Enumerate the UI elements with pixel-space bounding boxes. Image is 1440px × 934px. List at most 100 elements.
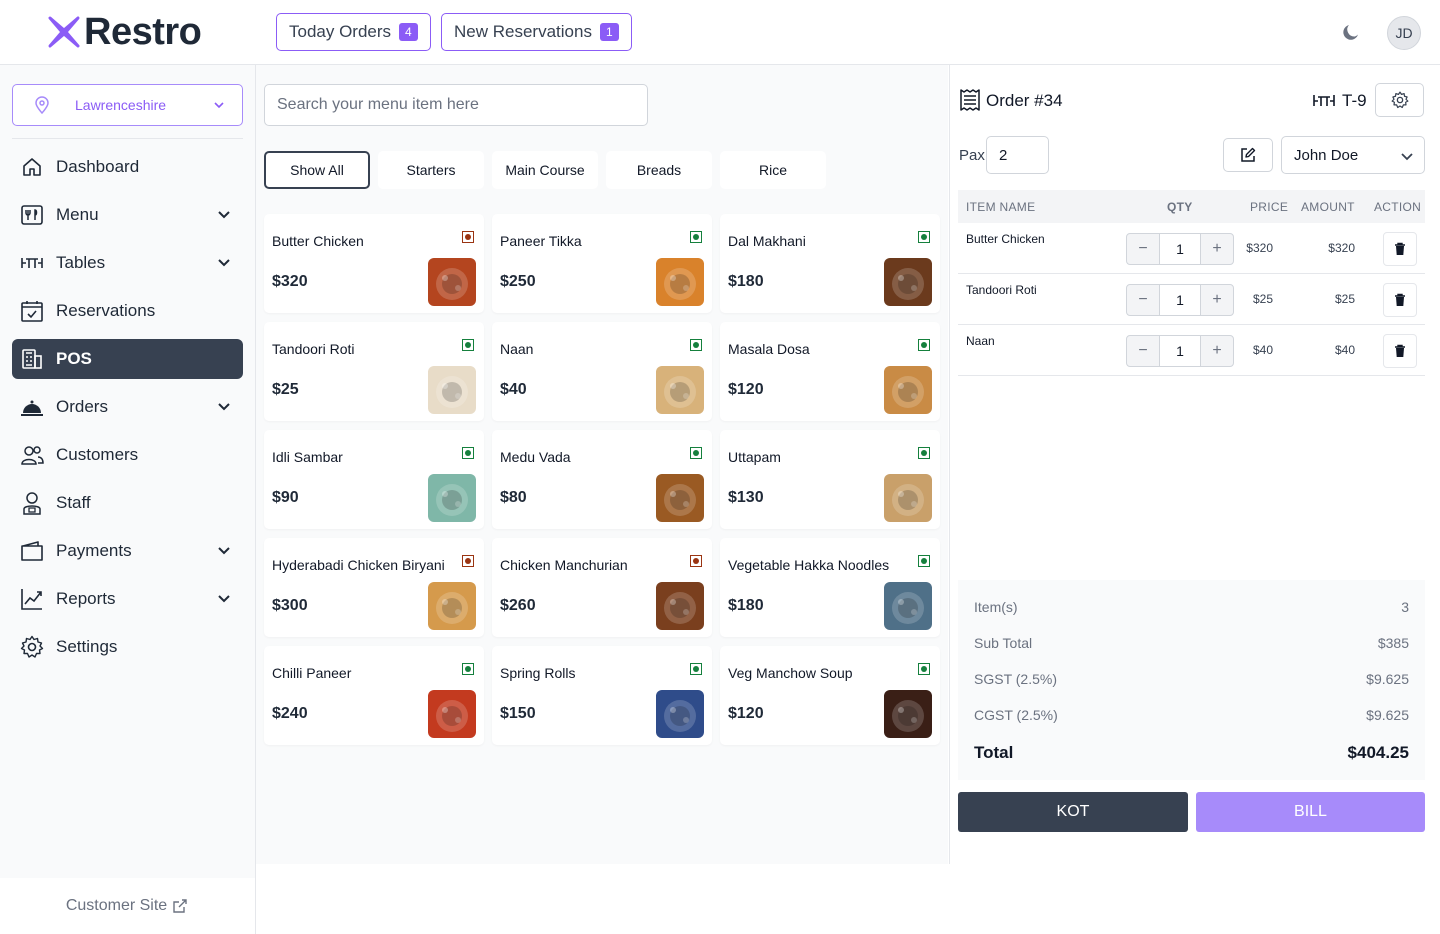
waiter-select[interactable]: John Doe xyxy=(1281,136,1425,174)
increase-qty-button[interactable]: + xyxy=(1200,233,1234,265)
edit-button[interactable] xyxy=(1223,138,1273,172)
decrease-qty-button[interactable]: − xyxy=(1126,233,1160,265)
menu-item-name: Chilli Paneer xyxy=(272,665,352,681)
order-item-price: $25 xyxy=(1252,292,1273,306)
menu-item-card[interactable]: Spring Rolls $150 xyxy=(492,646,712,745)
app-logo[interactable]: Restro xyxy=(46,12,202,52)
decrease-qty-button[interactable]: − xyxy=(1126,284,1160,316)
menu-item-image xyxy=(884,474,932,522)
delete-item-button[interactable] xyxy=(1383,283,1417,317)
order-items-table-header: Item Name QTY Price Amount Action xyxy=(958,190,1425,223)
category-show-all[interactable]: Show All xyxy=(264,151,370,189)
customer-site-link[interactable]: Customer Site xyxy=(0,878,255,934)
category-starters[interactable]: Starters xyxy=(378,151,484,189)
user-avatar[interactable]: JD xyxy=(1387,16,1421,50)
menu-item-card[interactable]: Chicken Manchurian $260 xyxy=(492,538,712,637)
category-rice[interactable]: Rice xyxy=(720,151,826,189)
pos-icon xyxy=(22,349,42,369)
home-icon xyxy=(23,158,41,176)
sidebar-divider xyxy=(12,138,243,139)
sidebar-item-settings[interactable]: Settings xyxy=(12,627,243,667)
summary-label: CGST (2.5%) xyxy=(974,707,1058,723)
menu-item-card[interactable]: Butter Chicken $320 xyxy=(264,214,484,313)
sidebar-item-reservations[interactable]: Reservations xyxy=(12,291,243,331)
summary-value: 3 xyxy=(1401,599,1409,615)
menu-item-card[interactable]: Idli Sambar $90 xyxy=(264,430,484,529)
kot-button[interactable]: KOT xyxy=(958,792,1188,832)
map-pin-icon xyxy=(35,96,49,114)
veg-indicator-icon xyxy=(462,663,474,675)
menu-item-name: Chicken Manchurian xyxy=(500,557,628,573)
menu-item-card[interactable]: Masala Dosa $120 xyxy=(720,322,940,421)
menu-item-card[interactable]: Tandoori Roti $25 xyxy=(264,322,484,421)
menu-item-image xyxy=(428,258,476,306)
qty-value[interactable]: 1 xyxy=(1160,233,1200,265)
new-reservations-label: New Reservations xyxy=(454,22,592,41)
menu-item-card[interactable]: Chilli Paneer $240 xyxy=(264,646,484,745)
menu-item-name: Butter Chicken xyxy=(272,233,364,249)
chevron-down-icon xyxy=(218,211,230,219)
sidebar-item-orders[interactable]: Orders xyxy=(12,387,243,427)
order-item-row: Butter Chicken −1 + $320 $320 xyxy=(958,223,1425,274)
menu-search-input[interactable] xyxy=(264,84,648,126)
menu-item-name: Idli Sambar xyxy=(272,449,343,465)
menu-item-card[interactable]: Dal Makhani $180 xyxy=(720,214,940,313)
menu-item-card[interactable]: Hyderabadi Chicken Biryani $300 xyxy=(264,538,484,637)
menu-item-price: $90 xyxy=(272,489,299,506)
qty-value[interactable]: 1 xyxy=(1160,335,1200,367)
menu-item-card[interactable]: Medu Vada $80 xyxy=(492,430,712,529)
sidebar-item-label: Staff xyxy=(56,493,91,512)
new-reservations-count-badge: 1 xyxy=(599,23,619,41)
sidebar-item-menu[interactable]: Menu xyxy=(12,195,243,235)
sidebar-item-customers[interactable]: Customers xyxy=(12,435,243,475)
menu-item-price: $180 xyxy=(728,273,764,290)
new-reservations-button[interactable]: New Reservations 1 xyxy=(441,13,632,51)
nonveg-indicator-icon xyxy=(690,555,702,567)
sidebar-item-payments[interactable]: Payments xyxy=(12,531,243,571)
delete-item-button[interactable] xyxy=(1383,232,1417,266)
menu-item-card[interactable]: Naan $40 xyxy=(492,322,712,421)
chart-line-icon xyxy=(21,589,42,610)
menu-item-price: $130 xyxy=(728,489,764,506)
category-main-course[interactable]: Main Course xyxy=(492,151,598,189)
today-orders-button[interactable]: Today Orders 4 xyxy=(276,13,431,51)
menu-item-name: Hyderabadi Chicken Biryani xyxy=(272,557,445,573)
menu-item-card[interactable]: Vegetable Hakka Noodles $180 xyxy=(720,538,940,637)
menu-item-image xyxy=(656,366,704,414)
cloche-icon xyxy=(21,400,43,416)
qty-value[interactable]: 1 xyxy=(1160,284,1200,316)
menu-item-name: Paneer Tikka xyxy=(500,233,582,249)
menu-item-card[interactable]: Veg Manchow Soup $120 xyxy=(720,646,940,745)
decrease-qty-button[interactable]: − xyxy=(1126,335,1160,367)
menu-item-name: Uttapam xyxy=(728,449,781,465)
veg-indicator-icon xyxy=(918,663,930,675)
location-selector[interactable]: Lawrenceshire xyxy=(12,84,243,126)
menu-item-name: Tandoori Roti xyxy=(272,341,355,357)
order-settings-button[interactable] xyxy=(1375,83,1424,117)
menu-item-card[interactable]: Paneer Tikka $250 xyxy=(492,214,712,313)
sidebar-item-tables[interactable]: Tables xyxy=(12,243,243,283)
sidebar-item-reports[interactable]: Reports xyxy=(12,579,243,619)
menu-item-card[interactable]: Uttapam $130 xyxy=(720,430,940,529)
increase-qty-button[interactable]: + xyxy=(1200,335,1234,367)
sidebar-item-label: Settings xyxy=(56,637,118,656)
category-breads[interactable]: Breads xyxy=(606,151,712,189)
delete-item-button[interactable] xyxy=(1383,334,1417,368)
bill-button[interactable]: BILL xyxy=(1196,792,1425,832)
order-item-name: Butter Chicken xyxy=(966,232,1045,246)
sidebar-item-label: Tables xyxy=(56,253,106,272)
menu-item-name: Naan xyxy=(500,341,534,357)
customer-site-label: Customer Site xyxy=(65,897,168,914)
menu-item-image xyxy=(884,258,932,306)
pax-input[interactable]: 2 xyxy=(986,136,1049,174)
order-item-name: Naan xyxy=(966,334,995,348)
trash-icon xyxy=(1395,344,1405,357)
sidebar-item-label: Orders xyxy=(56,397,108,416)
increase-qty-button[interactable]: + xyxy=(1200,284,1234,316)
menu-item-image xyxy=(656,258,704,306)
sidebar-item-pos[interactable]: POS xyxy=(12,339,243,379)
sidebar-item-dashboard[interactable]: Dashboard xyxy=(12,147,243,187)
dark-mode-moon-icon[interactable] xyxy=(1341,22,1361,42)
order-item-price: $320 xyxy=(1246,241,1273,255)
sidebar-item-staff[interactable]: Staff xyxy=(12,483,243,523)
